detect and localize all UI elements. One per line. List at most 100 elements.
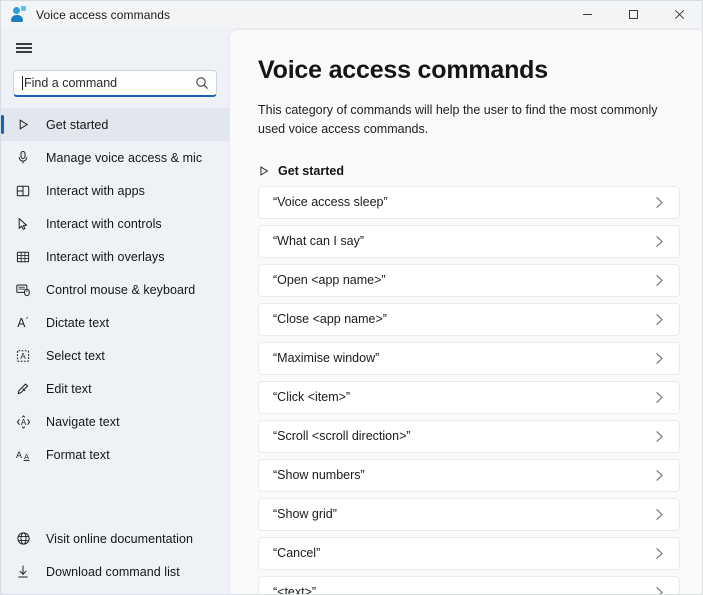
close-icon[interactable] xyxy=(656,1,702,29)
chevron-right-icon[interactable] xyxy=(655,313,667,326)
play-triangle-icon xyxy=(14,116,32,134)
sidebar-item-interact-with-controls[interactable]: Interact with controls xyxy=(1,207,229,240)
sidebar-item-label: Get started xyxy=(46,117,109,132)
page-title: Voice access commands xyxy=(258,56,548,84)
sidebar-item-interact-with-overlays[interactable]: Interact with overlays xyxy=(1,240,229,273)
command-text: “Show grid” xyxy=(273,507,337,522)
chevron-right-icon[interactable] xyxy=(655,586,667,594)
sidebar-item-select-text[interactable]: A Select text xyxy=(1,339,229,372)
sidebar: Find a command Get started Manage voice … xyxy=(1,29,229,594)
sidebar-item-edit-text[interactable]: Edit text xyxy=(1,372,229,405)
svg-text:A: A xyxy=(24,452,29,461)
window-body: Find a command Get started Manage voice … xyxy=(1,29,702,594)
dictate-text-icon: Aᐟ xyxy=(17,315,29,330)
section-header: Get started xyxy=(258,164,680,178)
command-text: “Cancel” xyxy=(273,546,321,561)
list-item[interactable]: “Show numbers” xyxy=(258,458,680,492)
maximize-icon[interactable] xyxy=(610,1,656,29)
minimize-icon[interactable] xyxy=(564,1,610,29)
command-text: “Open <app name>” xyxy=(273,273,386,288)
sidebar-item-navigate-text[interactable]: A Navigate text xyxy=(1,405,229,438)
sidebar-item-label: Navigate text xyxy=(46,414,120,429)
sidebar-item-download-command-list[interactable]: Download command list xyxy=(1,555,229,588)
sidebar-bottom-nav: Visit online documentation Download comm… xyxy=(1,522,229,594)
list-item[interactable]: “Close <app name>” xyxy=(258,302,680,336)
app-window: Voice access commands Find a command Get… xyxy=(0,0,703,595)
search-container: Find a command xyxy=(1,64,229,97)
window-controls xyxy=(564,1,702,29)
chevron-right-icon[interactable] xyxy=(655,547,667,560)
svg-text:A: A xyxy=(20,352,26,361)
cursor-arrow-icon xyxy=(14,215,32,233)
text-caret xyxy=(22,76,23,90)
list-item[interactable]: “<text>” xyxy=(258,575,680,594)
overlay-grid-icon xyxy=(14,248,32,266)
sidebar-item-label: Interact with apps xyxy=(46,183,145,198)
command-text: “Show numbers” xyxy=(273,468,365,483)
sidebar-item-manage-voice-access-mic[interactable]: Manage voice access & mic xyxy=(1,141,229,174)
sidebar-item-control-mouse-keyboard[interactable]: Control mouse & keyboard xyxy=(1,273,229,306)
command-text: “<text>” xyxy=(273,585,317,594)
apps-grid-icon xyxy=(14,182,32,200)
sidebar-item-label: Select text xyxy=(46,348,105,363)
main-content: Voice access commands This category of c… xyxy=(230,30,702,594)
sidebar-item-dictate-text[interactable]: Aᐟ Dictate text xyxy=(1,306,229,339)
list-item[interactable]: “Open <app name>” xyxy=(258,263,680,297)
list-item[interactable]: “Click <item>” xyxy=(258,380,680,414)
list-item[interactable]: “Cancel” xyxy=(258,536,680,570)
sidebar-item-label: Dictate text xyxy=(46,315,110,330)
mouse-keyboard-icon xyxy=(14,281,32,299)
sidebar-item-label: Format text xyxy=(46,447,110,462)
search-input[interactable]: Find a command xyxy=(13,70,217,97)
sidebar-item-label: Download command list xyxy=(46,564,180,579)
chevron-right-icon[interactable] xyxy=(655,352,667,365)
command-text: “Scroll <scroll direction>” xyxy=(273,429,411,444)
sidebar-item-label: Interact with controls xyxy=(46,216,162,231)
list-item[interactable]: “What can I say” xyxy=(258,224,680,258)
sidebar-item-label: Control mouse & keyboard xyxy=(46,282,196,297)
chevron-right-icon[interactable] xyxy=(655,430,667,443)
window-title: Voice access commands xyxy=(36,7,171,22)
command-list: “Voice access sleep” “What can I say” “O… xyxy=(258,185,680,594)
globe-icon xyxy=(14,530,32,548)
command-text: “Voice access sleep” xyxy=(273,195,388,210)
chevron-right-icon[interactable] xyxy=(655,235,667,248)
format-text-icon: AA xyxy=(14,446,32,464)
sidebar-item-label: Edit text xyxy=(46,381,92,396)
chevron-right-icon[interactable] xyxy=(655,274,667,287)
sidebar-item-format-text[interactable]: AA Format text xyxy=(1,438,229,471)
sidebar-item-interact-with-apps[interactable]: Interact with apps xyxy=(1,174,229,207)
search-icon[interactable] xyxy=(195,76,209,90)
sidebar-nav: Get started Manage voice access & mic In… xyxy=(1,108,229,522)
sidebar-item-get-started[interactable]: Get started xyxy=(1,108,229,141)
chevron-right-icon[interactable] xyxy=(655,391,667,404)
list-item[interactable]: “Show grid” xyxy=(258,497,680,531)
command-text: “Click <item>” xyxy=(273,390,351,405)
list-item[interactable]: “Voice access sleep” xyxy=(258,185,680,219)
play-triangle-icon xyxy=(258,165,270,177)
hamburger-menu-icon[interactable] xyxy=(5,32,43,64)
sidebar-item-label: Visit online documentation xyxy=(46,531,193,546)
page-description: This category of commands will help the … xyxy=(258,103,658,137)
section-title: Get started xyxy=(278,163,344,178)
list-item[interactable]: “Scroll <scroll direction>” xyxy=(258,419,680,453)
microphone-icon xyxy=(14,149,32,167)
sidebar-item-label: Manage voice access & mic xyxy=(46,150,203,165)
sidebar-item-visit-online-documentation[interactable]: Visit online documentation xyxy=(1,522,229,555)
navigate-text-icon: A xyxy=(14,413,32,431)
chevron-right-icon[interactable] xyxy=(655,508,667,521)
download-icon xyxy=(14,563,32,581)
svg-text:A: A xyxy=(16,450,22,460)
command-text: “What can I say” xyxy=(273,234,364,249)
command-text: “Close <app name>” xyxy=(273,312,387,327)
chevron-right-icon[interactable] xyxy=(655,196,667,209)
main-panel: Voice access commands This category of c… xyxy=(229,29,702,594)
chevron-right-icon[interactable] xyxy=(655,469,667,482)
edit-text-icon xyxy=(14,380,32,398)
voice-access-icon xyxy=(10,5,28,24)
sidebar-item-label: Interact with overlays xyxy=(46,249,165,264)
search-placeholder: Find a command xyxy=(24,76,118,90)
command-text: “Maximise window” xyxy=(273,351,380,366)
list-item[interactable]: “Maximise window” xyxy=(258,341,680,375)
select-text-icon: A xyxy=(14,347,32,365)
